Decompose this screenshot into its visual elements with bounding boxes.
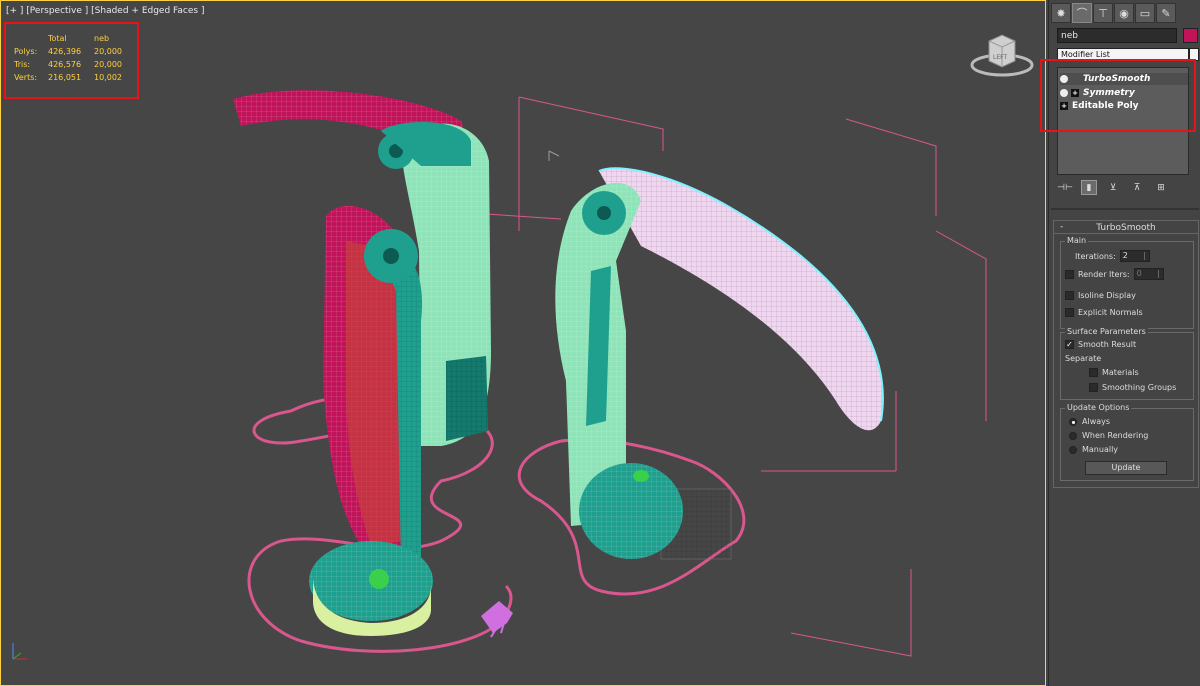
motion-tab-icon[interactable]: ◉ xyxy=(1114,3,1134,23)
smoothing-groups-label: Smoothing Groups xyxy=(1102,383,1177,392)
always-row: Always xyxy=(1069,417,1110,426)
stats-row-tris: Tris: 426,576 20,000 xyxy=(14,58,126,71)
stats-header-total: Total xyxy=(48,34,67,43)
rollout-header[interactable]: - TurboSmooth xyxy=(1054,221,1198,234)
iterations-row: Iterations: 2 xyxy=(1075,250,1150,262)
object-color-swatch[interactable] xyxy=(1183,28,1198,43)
materials-row: Materials xyxy=(1089,368,1139,377)
axis-tripod-icon xyxy=(12,643,27,660)
smooth-result-row: ✓ Smooth Result xyxy=(1065,340,1136,349)
pin-stack-icon[interactable]: ⊣⊢ xyxy=(1057,180,1073,195)
viewcube[interactable]: LEFT xyxy=(969,29,1035,79)
smooth-result-label: Smooth Result xyxy=(1078,340,1137,349)
object-name-row xyxy=(1057,28,1199,44)
stats-total: 216,051 xyxy=(48,73,82,82)
separate-label: Separate xyxy=(1065,354,1102,363)
modify-tab-icon[interactable]: ⌒ xyxy=(1072,3,1092,23)
command-panel-tabs: ✸ ⌒ ⊤ ◉ ▭ ✎ xyxy=(1051,3,1199,25)
statistics-overlay: Total neb Polys: 426,396 20,000 Tris: 42… xyxy=(4,22,139,99)
stats-header-selection: neb xyxy=(94,34,110,43)
explicit-normals-label: Explicit Normals xyxy=(1078,308,1143,317)
materials-label: Materials xyxy=(1102,368,1139,377)
group-title-update: Update Options xyxy=(1065,403,1132,412)
stats-label: Polys: xyxy=(14,47,38,56)
manually-label: Manually xyxy=(1082,445,1119,454)
create-tab-icon[interactable]: ✸ xyxy=(1051,3,1071,23)
smoothing-groups-row: Smoothing Groups xyxy=(1089,383,1176,392)
toucan-left-front xyxy=(309,205,433,636)
render-iters-spinner[interactable]: 0 xyxy=(1133,268,1164,280)
when-rendering-radio[interactable] xyxy=(1069,431,1077,440)
smooth-result-checkbox[interactable]: ✓ xyxy=(1065,340,1074,349)
perspective-viewport[interactable]: [+ ] [Perspective ] [Shaded + Edged Face… xyxy=(0,0,1046,686)
isoline-label: Isoline Display xyxy=(1078,291,1136,300)
viewcube-face-label: LEFT xyxy=(993,54,1007,61)
stats-row-verts: Verts: 216,051 10,002 xyxy=(14,71,126,84)
stats-total: 426,576 xyxy=(48,60,82,69)
hierarchy-tab-icon[interactable]: ⊤ xyxy=(1093,3,1113,23)
turbosmooth-rollout: - TurboSmooth Main Iterations: 2 Render … xyxy=(1053,220,1199,488)
stats-header-blank xyxy=(14,32,48,45)
when-rendering-label: When Rendering xyxy=(1082,431,1149,440)
rollout-title: TurboSmooth xyxy=(1096,223,1156,233)
update-options-group: Update Options Always When Rendering Man… xyxy=(1060,403,1194,481)
make-unique-icon[interactable]: ⊻ xyxy=(1105,180,1121,195)
always-radio[interactable] xyxy=(1069,417,1077,426)
scene-render[interactable] xyxy=(1,1,1046,686)
iterations-label: Iterations: xyxy=(1075,251,1116,261)
stats-row-polys: Polys: 426,396 20,000 xyxy=(14,45,126,58)
stats-header-row: Total neb xyxy=(14,32,126,45)
explicit-normals-row: Explicit Normals xyxy=(1065,308,1143,317)
when-rendering-row: When Rendering xyxy=(1069,431,1148,440)
render-iters-row: Render Iters: 0 xyxy=(1065,268,1164,280)
group-title-surface: Surface Parameters xyxy=(1065,327,1148,336)
object-name-input[interactable] xyxy=(1057,28,1177,43)
bounding-box xyxy=(470,96,987,657)
smoothing-groups-checkbox[interactable] xyxy=(1089,383,1098,392)
stats-selection: 20,000 xyxy=(94,47,122,56)
stats-selection: 20,000 xyxy=(94,60,122,69)
explicit-normals-checkbox[interactable] xyxy=(1065,308,1074,317)
statistics-table: Total neb Polys: 426,396 20,000 Tris: 42… xyxy=(14,32,126,84)
viewport-label[interactable]: [+ ] [Perspective ] [Shaded + Edged Face… xyxy=(6,6,204,16)
panel-divider xyxy=(1051,208,1199,210)
surface-parameters-group: Surface Parameters ✓ Smooth Result Separ… xyxy=(1060,327,1194,400)
main-group: Main Iterations: 2 Render Iters: 0 Isoli… xyxy=(1060,236,1194,329)
remove-modifier-icon[interactable]: ⊼ xyxy=(1129,180,1145,195)
always-label: Always xyxy=(1082,417,1111,426)
group-title-main: Main xyxy=(1065,236,1089,245)
manually-row: Manually xyxy=(1069,445,1118,454)
isoline-row: Isoline Display xyxy=(1065,291,1136,300)
render-iters-label: Render Iters: xyxy=(1078,269,1130,279)
utilities-tab-icon[interactable]: ✎ xyxy=(1156,3,1176,23)
isoline-checkbox[interactable] xyxy=(1065,291,1074,300)
display-tab-icon[interactable]: ▭ xyxy=(1135,3,1155,23)
stack-highlight-frame xyxy=(1040,59,1196,132)
stats-total: 426,396 xyxy=(48,47,82,56)
materials-checkbox[interactable] xyxy=(1089,368,1098,377)
render-iters-checkbox[interactable] xyxy=(1065,269,1074,279)
stack-toolbar: ⊣⊢ ▮ ⊻ ⊼ ⊞ xyxy=(1057,180,1199,196)
update-button[interactable]: Update xyxy=(1085,461,1167,475)
stats-selection: 10,002 xyxy=(94,73,122,82)
stats-label: Tris: xyxy=(14,60,31,69)
manually-radio[interactable] xyxy=(1069,445,1077,454)
stats-label: Verts: xyxy=(14,73,38,82)
iterations-spinner[interactable]: 2 xyxy=(1119,250,1150,262)
configure-sets-icon[interactable]: ⊞ xyxy=(1153,180,1169,195)
show-end-result-icon[interactable]: ▮ xyxy=(1081,180,1097,195)
object-pivot xyxy=(548,150,560,161)
